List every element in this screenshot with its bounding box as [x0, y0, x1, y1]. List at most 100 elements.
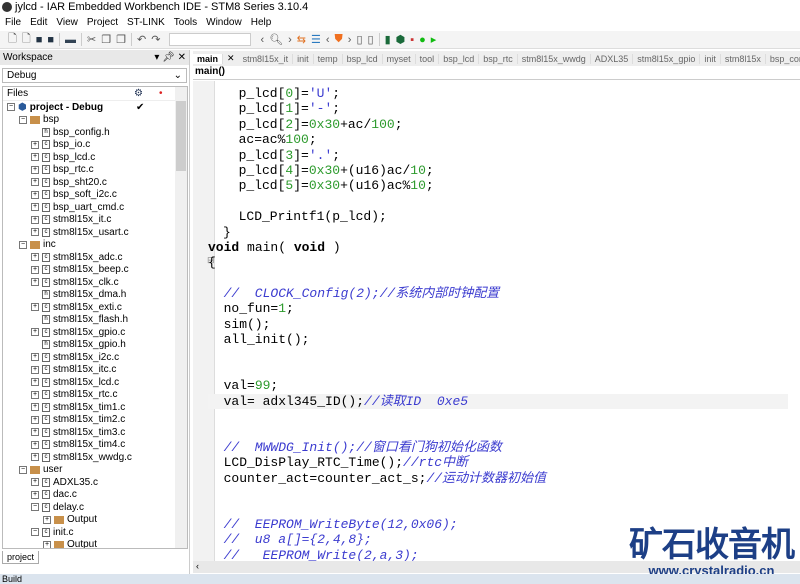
collapse-icon[interactable]: − — [31, 528, 39, 537]
expand-icon[interactable]: + — [31, 403, 39, 412]
tree-item[interactable]: + c bsp_lcd.c — [3, 151, 187, 164]
collapse-icon[interactable]: − — [7, 103, 15, 112]
collapse-icon[interactable]: − — [19, 240, 27, 249]
tree-item[interactable]: + c stm8l15x_clk.c — [3, 276, 187, 289]
expand-icon[interactable]: + — [31, 140, 39, 149]
tree-item[interactable]: + c dac.c — [3, 489, 187, 502]
menu-tools[interactable]: Tools — [174, 17, 197, 28]
menu-edit[interactable]: Edit — [30, 17, 47, 28]
undo-icon[interactable]: ↶ — [137, 33, 146, 46]
tab-stm8l15x_it[interactable]: stm8l15x_it — [239, 53, 294, 64]
tree-item[interactable]: + c stm8l15x_gpio.c — [3, 326, 187, 339]
tree-item[interactable]: − c init.c — [3, 526, 187, 539]
expand-icon[interactable]: + — [31, 228, 39, 237]
toggle-bookmark-icon[interactable]: ⇆ — [297, 33, 306, 46]
tree-item[interactable]: + c stm8l15x_tim2.c — [3, 414, 187, 427]
cut-icon[interactable]: ✂ — [87, 33, 96, 46]
collapse-icon[interactable]: + — [43, 540, 51, 548]
tree-item[interactable]: + c stm8l15x_adc.c — [3, 251, 187, 264]
close-icon[interactable]: ✕ — [178, 52, 186, 63]
collapse-icon[interactable]: + — [43, 515, 51, 524]
pin-icon[interactable]: 📌︎ — [162, 52, 175, 63]
expand-icon[interactable]: + — [31, 365, 39, 374]
tab-bsp_rtc[interactable]: bsp_rtc — [479, 53, 518, 64]
tree-item[interactable]: + c bsp_io.c — [3, 139, 187, 152]
expand-icon[interactable]: + — [31, 165, 39, 174]
paste-icon[interactable]: ❐ — [116, 33, 126, 46]
tab-main[interactable]: main — [193, 53, 224, 64]
find-combo[interactable] — [169, 33, 252, 46]
tree-item[interactable]: + c bsp_sht20.c — [3, 176, 187, 189]
next-bookmark-icon[interactable]: ▯ — [368, 33, 374, 46]
collapse-icon[interactable]: − — [31, 503, 39, 512]
prev-icon[interactable]: ‹ — [326, 34, 330, 46]
copy-icon[interactable]: ❐ — [101, 33, 111, 46]
expand-icon[interactable]: + — [31, 178, 39, 187]
tab-stm8l15x_wwdg[interactable]: stm8l15x_wwdg — [518, 53, 591, 64]
expand-icon[interactable]: + — [31, 390, 39, 399]
tree-item[interactable]: + c stm8l15x_i2c.c — [3, 351, 187, 364]
tree-item[interactable]: + c stm8l15x_lcd.c — [3, 376, 187, 389]
make-icon[interactable]: ⬢ — [396, 33, 406, 46]
save-all-icon[interactable]: ■ — [47, 34, 54, 46]
tree-item[interactable]: + c bsp_soft_i2c.c — [3, 189, 187, 202]
expand-icon[interactable]: + — [31, 490, 39, 499]
tab-init[interactable]: init — [293, 53, 314, 64]
menu-help[interactable]: Help — [251, 17, 272, 28]
tree-item[interactable]: + c bsp_rtc.c — [3, 164, 187, 177]
tab-tool[interactable]: tool — [416, 53, 440, 64]
expand-icon[interactable]: + — [31, 415, 39, 424]
tree-item[interactable]: + c stm8l15x_tim4.c — [3, 439, 187, 452]
tab-project[interactable]: project — [2, 551, 40, 564]
gear-icon[interactable]: ⚙ — [134, 88, 143, 99]
scrollbar-thumb[interactable] — [176, 101, 186, 171]
tree-item[interactable]: + c stm8l15x_wwdg.c — [3, 451, 187, 464]
tree-item[interactable]: + Output — [3, 539, 187, 548]
tree-item[interactable]: + c stm8l15x_tim1.c — [3, 401, 187, 414]
tree-item[interactable]: + c stm8l15x_itc.c — [3, 364, 187, 377]
tree-item[interactable]: + Output — [3, 514, 187, 527]
tree-item[interactable]: + c stm8l15x_rtc.c — [3, 389, 187, 402]
expand-icon[interactable]: + — [31, 303, 39, 312]
open-icon[interactable]: 🗋 — [22, 30, 31, 49]
tab-stm8l15x[interactable]: stm8l15x — [721, 53, 766, 64]
tree-item[interactable]: + c stm8l15x_it.c — [3, 214, 187, 227]
dropdown-icon[interactable]: ▾ — [154, 52, 159, 63]
tab-myset[interactable]: myset — [383, 53, 416, 64]
expand-icon[interactable]: + — [31, 253, 39, 262]
tree-item[interactable]: + c stm8l15x_usart.c — [3, 226, 187, 239]
expand-icon[interactable]: + — [31, 265, 39, 274]
configuration-select[interactable]: Debug ⌄ — [2, 68, 187, 83]
tab-bsp_config[interactable]: bsp_config — [766, 54, 800, 64]
menu-file[interactable]: File — [5, 17, 21, 28]
tree-item[interactable]: + c ADXL35.c — [3, 476, 187, 489]
tree-item[interactable]: − ⬢ project - Debug ✔ — [3, 101, 187, 114]
files-scrollbar[interactable] — [175, 87, 187, 548]
expand-icon[interactable]: + — [31, 215, 39, 224]
next-icon[interactable]: › — [348, 34, 352, 46]
expand-icon[interactable]: + — [31, 328, 39, 337]
collapse-icon[interactable]: − — [19, 115, 27, 124]
expand-icon[interactable]: + — [31, 440, 39, 449]
tab-temp[interactable]: temp — [314, 53, 343, 64]
forward-icon[interactable]: › — [288, 34, 292, 46]
expand-icon[interactable]: + — [31, 278, 39, 287]
debug-no-download-icon[interactable]: ▸ — [431, 33, 437, 46]
expand-icon[interactable]: + — [31, 378, 39, 387]
save-icon[interactable]: ■ — [36, 34, 43, 46]
tree-item[interactable]: h bsp_config.h — [3, 126, 187, 139]
tree-item[interactable]: − c delay.c — [3, 501, 187, 514]
prev-bookmark-icon[interactable]: ▯ — [356, 33, 362, 46]
compile-icon[interactable]: ▮ — [385, 33, 391, 46]
tree-item[interactable]: h stm8l15x_flash.h — [3, 314, 187, 327]
expand-icon[interactable]: + — [31, 190, 39, 199]
tree-item[interactable]: + c stm8l15x_tim3.c — [3, 426, 187, 439]
expand-icon[interactable]: + — [31, 203, 39, 212]
tree-item[interactable]: h stm8l15x_gpio.h — [3, 339, 187, 352]
back-icon[interactable]: ‹ — [260, 34, 264, 46]
tab-init[interactable]: init — [700, 53, 721, 64]
print-icon[interactable]: ▬ — [65, 34, 76, 46]
tab-bsp_lcd[interactable]: bsp_lcd — [439, 53, 480, 64]
goto-icon[interactable]: ☰ — [311, 33, 321, 46]
breakpoint-icon[interactable]: ⛊ — [335, 33, 343, 46]
